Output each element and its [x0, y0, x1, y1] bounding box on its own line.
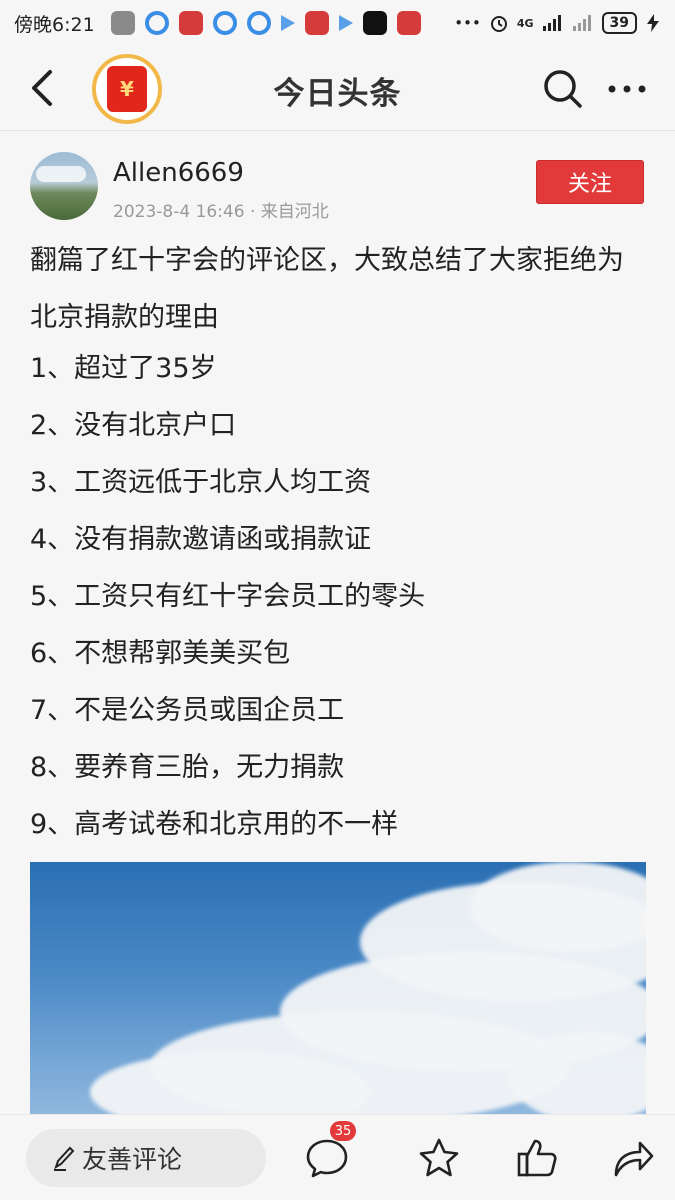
- search-button[interactable]: [542, 68, 584, 110]
- app-header: ¥ 今日头条: [0, 46, 675, 130]
- list-item: 1、超过了35岁: [30, 353, 217, 384]
- list-item: 9、高考试卷和北京用的不一样: [30, 809, 399, 840]
- play-app-icon: [280, 15, 295, 31]
- search-icon: [544, 70, 582, 108]
- back-button[interactable]: [24, 66, 64, 110]
- signal-icon-2: [572, 15, 591, 31]
- post-intro: 翻篇了红十字会的评论区，大致总结了大家拒绝为北京捐款的理由: [30, 245, 624, 333]
- red-envelope-icon: ¥: [107, 66, 147, 112]
- charging-icon: [647, 14, 659, 32]
- signal-icon: [542, 15, 561, 31]
- list-item: 6、不想帮郭美美买包: [30, 638, 291, 669]
- alarm-icon: [490, 16, 507, 32]
- status-bar: 傍晚6:21 ••• 4G 39: [0, 0, 675, 46]
- reason-list: 1、超过了35岁 2、没有北京户口 3、工资远低于北京人均工资 4、没有捐款邀请…: [30, 340, 648, 853]
- comment-bubble-icon: [306, 1139, 348, 1178]
- share-arrow-icon: [614, 1141, 654, 1177]
- list-item: 8、要养育三胎，无力捐款: [30, 752, 345, 783]
- comment-input[interactable]: 友善评论: [26, 1129, 266, 1187]
- status-time: 傍晚6:21: [14, 13, 95, 36]
- red-app-icon-2: [304, 11, 329, 35]
- comment-button[interactable]: [304, 1135, 350, 1181]
- like-button[interactable]: [514, 1135, 560, 1181]
- list-item: 4、没有捐款邀请函或捐款证: [30, 524, 372, 555]
- ring-app-icon-2: [212, 11, 237, 35]
- list-item: 2、没有北京户口: [30, 410, 237, 441]
- comment-count-badge: 35: [330, 1121, 356, 1141]
- red-envelope-button[interactable]: ¥: [92, 54, 162, 124]
- list-item: 5、工资只有红十字会员工的零头: [30, 581, 426, 612]
- more-notifications-icon: •••: [454, 14, 481, 32]
- header-divider: [0, 130, 675, 131]
- tiktok-icon: [362, 11, 387, 35]
- mi-app-icon: [110, 11, 135, 35]
- more-dots-icon: [608, 85, 646, 93]
- status-right: ••• 4G 39: [454, 12, 661, 34]
- author-name[interactable]: Allen6669: [113, 158, 244, 188]
- battery-indicator: 39: [601, 12, 637, 34]
- follow-button[interactable]: 关注: [536, 160, 644, 204]
- pen-icon: [54, 1146, 75, 1171]
- list-item: 3、工资远低于北京人均工资: [30, 467, 372, 498]
- red-app-icon: [178, 11, 203, 35]
- screen: 傍晚6:21 ••• 4G 39 ¥ 今日头条 Allen6669 2023-8…: [0, 0, 675, 1200]
- red-app-icon-3: [396, 11, 421, 35]
- article-image[interactable]: [30, 862, 646, 1114]
- thumbs-up-icon: [517, 1139, 557, 1177]
- comment-placeholder: 友善评论: [82, 1145, 183, 1174]
- bottom-action-bar: 友善评论 35: [0, 1114, 675, 1200]
- star-icon: [419, 1138, 459, 1177]
- list-item: 7、不是公务员或国企员工: [30, 695, 345, 726]
- ring-app-icon: [144, 11, 169, 35]
- share-button[interactable]: [610, 1135, 656, 1181]
- post-meta: 2023-8-4 16:46 · 来自河北: [113, 202, 329, 222]
- favorite-button[interactable]: [416, 1135, 462, 1181]
- avatar[interactable]: [30, 152, 98, 220]
- chevron-left-icon: [32, 70, 52, 106]
- network-label: 4G: [516, 16, 534, 30]
- play-app-icon-2: [338, 15, 353, 31]
- ring-app-icon-3: [246, 11, 271, 35]
- more-button[interactable]: [604, 68, 650, 110]
